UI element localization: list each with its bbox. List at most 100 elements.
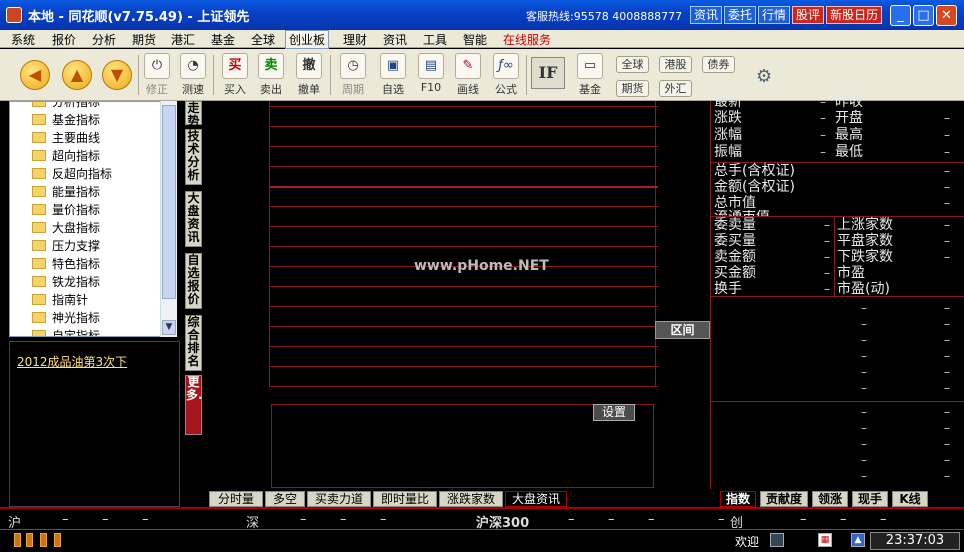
- menu-system[interactable]: 系统: [8, 31, 38, 48]
- tab-long-short[interactable]: 多空: [265, 491, 305, 507]
- quick-review-button[interactable]: 股评: [792, 6, 825, 24]
- close-icon[interactable]: ✕: [936, 5, 957, 26]
- draw-line-button[interactable]: ✎ 画线: [451, 53, 485, 97]
- ticker-value: –: [380, 512, 387, 527]
- tab-kline[interactable]: K线: [892, 491, 928, 507]
- tick-value: –: [861, 469, 867, 483]
- sell-button[interactable]: 卖卖出: [254, 53, 288, 97]
- calendar-icon[interactable]: ▦: [818, 533, 832, 547]
- tab-trend[interactable]: 走势: [185, 101, 202, 128]
- tab-intraday-volume[interactable]: 分时量: [209, 491, 263, 507]
- tab-advance-decline[interactable]: 涨跌家数: [439, 491, 503, 507]
- tab-technical-analysis[interactable]: 技术分析: [185, 129, 202, 185]
- tree-item-label: 指南针: [52, 293, 89, 307]
- tree-item[interactable]: 超向指标: [32, 147, 100, 165]
- tab-contribution[interactable]: 贡献度: [760, 491, 808, 507]
- fund-button[interactable]: ▭ 基金: [573, 53, 607, 97]
- quote-value: –: [944, 218, 950, 232]
- f10-button[interactable]: ▤ F10: [414, 53, 448, 94]
- quick-buttons: 资讯 委托 行情 股评 新股日历: [690, 6, 883, 24]
- bond-button[interactable]: 债券: [702, 56, 735, 73]
- upload-icon[interactable]: ▲: [851, 533, 865, 547]
- up-arrow-icon[interactable]: ▲: [62, 60, 92, 90]
- gear-icon[interactable]: ⚙: [756, 66, 772, 87]
- quick-trade-button[interactable]: 委托: [724, 6, 757, 24]
- formula-button[interactable]: ƒ∞ 公式: [489, 53, 523, 97]
- forex-button[interactable]: 外汇: [659, 80, 692, 97]
- tab-more[interactable]: 更多...: [185, 375, 212, 435]
- tab-market-info[interactable]: 大盘资讯: [185, 191, 202, 247]
- tick-value: –: [944, 333, 950, 347]
- fix-button[interactable]: ⏻ 修正: [140, 53, 174, 97]
- tree-item[interactable]: 特色指标: [32, 255, 100, 273]
- tab-index[interactable]: 指数: [720, 491, 756, 507]
- quote-value: –: [820, 95, 826, 109]
- menu-quote[interactable]: 报价: [49, 31, 79, 48]
- tab-watchlist-quote[interactable]: 自选报价: [185, 253, 202, 309]
- tab-overall-rank[interactable]: 综合排名: [185, 315, 202, 371]
- menu-smart[interactable]: 智能: [460, 31, 490, 48]
- quick-quote-button[interactable]: 行情: [758, 6, 791, 24]
- tab-current-volume[interactable]: 现手: [852, 491, 888, 507]
- menu-futures[interactable]: 期货: [129, 31, 159, 48]
- signal-icon: [40, 533, 47, 547]
- scrollbar-thumb[interactable]: [162, 105, 176, 299]
- quick-news-button[interactable]: 资讯: [690, 6, 723, 24]
- futures-button[interactable]: 期货: [616, 80, 649, 97]
- tree-item[interactable]: 主要曲线: [32, 129, 100, 147]
- scroll-down-icon[interactable]: ▼: [162, 320, 176, 335]
- menu-hk-forex[interactable]: 港汇: [168, 31, 198, 48]
- hk-stock-button[interactable]: 港股: [659, 56, 692, 73]
- menu-tools[interactable]: 工具: [420, 31, 450, 48]
- tree-item[interactable]: 分析指标: [32, 102, 100, 111]
- menu-analysis[interactable]: 分析: [89, 31, 119, 48]
- stock-index-futures-icon[interactable]: IF: [531, 57, 565, 89]
- clock: 23:37:03: [870, 532, 960, 550]
- watchlist-button[interactable]: ▣ 自选: [376, 53, 410, 97]
- speed-test-button[interactable]: ◔ 测速: [176, 53, 210, 97]
- settings-button[interactable]: 设置: [593, 404, 635, 421]
- tree-scrollbar[interactable]: ▼: [160, 101, 177, 337]
- quote-label: 上涨家数: [837, 217, 893, 233]
- news-headline-link[interactable]: 2012成品油第3次下: [17, 353, 127, 370]
- tree-item-label: 铁龙指标: [52, 275, 101, 289]
- tab-leading-gainers[interactable]: 领涨: [812, 491, 848, 507]
- down-arrow-icon[interactable]: ▼: [102, 60, 132, 90]
- menu-online-service[interactable]: 在线服务: [500, 31, 554, 48]
- buy-icon: 买: [222, 53, 248, 79]
- tree-item[interactable]: 反超向指标: [32, 165, 112, 183]
- tab-buy-sell-force[interactable]: 买卖力道: [307, 491, 371, 507]
- tree-item[interactable]: 大盘指标: [32, 219, 100, 237]
- sell-label: 卖出: [260, 83, 282, 96]
- minimize-icon[interactable]: _: [890, 5, 911, 26]
- tree-item[interactable]: 基金指标: [32, 111, 100, 129]
- tree-item[interactable]: 压力支撑: [32, 237, 100, 255]
- menu-global[interactable]: 全球: [248, 31, 278, 48]
- menu-gem[interactable]: 创业板: [285, 30, 330, 49]
- tab-volume-ratio[interactable]: 即时量比: [373, 491, 437, 507]
- folder-icon: [32, 240, 46, 251]
- tree-item-label: 自定指标: [52, 329, 101, 337]
- tree-item[interactable]: 自定指标: [32, 327, 101, 337]
- window-icon[interactable]: [770, 533, 784, 547]
- chart-area[interactable]: www.pHome.NET 区间 设置: [203, 101, 710, 489]
- period-button[interactable]: ◷ 周期: [336, 53, 370, 97]
- tree-item-label: 神光指标: [52, 311, 101, 325]
- tab-market-info[interactable]: 大盘资讯: [505, 491, 567, 507]
- quick-ipo-calendar-button[interactable]: 新股日历: [826, 6, 883, 24]
- menu-finance[interactable]: 理财: [340, 31, 370, 48]
- tree-item[interactable]: 铁龙指标: [32, 273, 100, 291]
- range-button[interactable]: 区间: [655, 321, 710, 339]
- global-button[interactable]: 全球: [616, 56, 649, 73]
- tree-item[interactable]: 能量指标: [32, 183, 100, 201]
- tree-item[interactable]: 神光指标: [32, 309, 100, 327]
- maximize-icon[interactable]: □: [913, 5, 934, 26]
- menu-fund[interactable]: 基金: [208, 31, 238, 48]
- cancel-order-button[interactable]: 撤撤单: [292, 53, 326, 97]
- grid-line: [269, 306, 658, 307]
- tree-item[interactable]: 量价指标: [32, 201, 100, 219]
- back-arrow-icon[interactable]: ◀: [20, 60, 50, 90]
- menu-info[interactable]: 资讯: [380, 31, 410, 48]
- tree-item[interactable]: 指南针: [32, 291, 88, 309]
- buy-button[interactable]: 买买入: [218, 53, 252, 97]
